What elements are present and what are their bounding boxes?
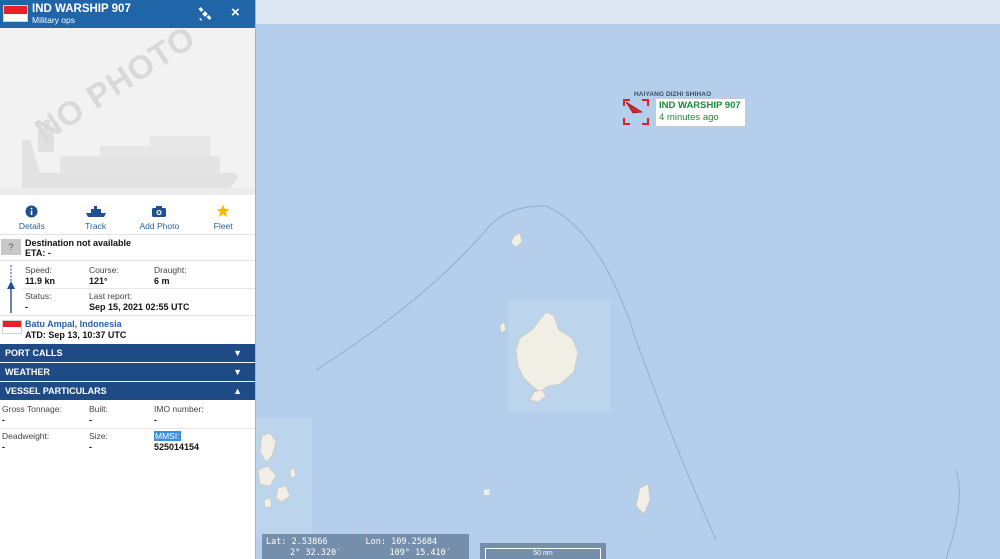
panel-header: IND WARSHIP 907 Military ops × — [0, 0, 255, 28]
vessel-tooltip[interactable]: IND WARSHIP 907 4 minutes ago — [655, 98, 746, 127]
port-flag-icon — [2, 320, 22, 334]
section-port-calls-label: PORT CALLS — [5, 348, 63, 358]
size-label: Size: — [89, 431, 108, 441]
speed-value: 11.9 kn — [25, 276, 56, 286]
flag-icon — [3, 5, 28, 22]
details-button[interactable]: Details — [0, 195, 64, 234]
vessel-panel: IND WARSHIP 907 Military ops × NO PHOTO … — [0, 0, 256, 559]
section-port-calls[interactable]: PORT CALLS ▼ — [0, 344, 255, 362]
vessel-name: IND WARSHIP 907 — [32, 3, 131, 15]
ship-track-icon — [85, 205, 106, 217]
course-value: 121° — [89, 276, 108, 286]
status-field: Status: - — [25, 291, 51, 312]
action-bar: Details Track Add Photo Fleet — [0, 195, 255, 235]
draught-field: Draught: 6 m — [154, 265, 187, 286]
mmsi-value[interactable]: 525014154 — [154, 442, 199, 452]
island — [484, 489, 490, 495]
lat-value: 2.53866 — [291, 537, 328, 547]
island — [499, 321, 507, 334]
destination-text: Destination not available — [25, 238, 132, 248]
star-icon — [216, 204, 230, 217]
status-value: - — [25, 302, 28, 312]
fleet-button[interactable]: Fleet — [191, 195, 255, 234]
mmsi-label[interactable]: MMSI: — [154, 431, 181, 441]
island — [635, 483, 651, 515]
vessel-particulars: Gross Tonnage: - Built: - IMO number: - … — [0, 401, 255, 461]
imo-value: - — [154, 415, 157, 425]
deadweight-field: Deadweight: - — [2, 431, 49, 452]
status-label: Status: — [25, 291, 52, 301]
voyage-info: Speed: 11.9 kn Course: 121° Draught: 6 m… — [0, 261, 255, 316]
vessel-type: Military ops — [32, 15, 75, 25]
vessel-marker[interactable] — [622, 98, 650, 126]
course-arrow-icon — [7, 265, 15, 313]
island — [510, 232, 523, 248]
atd-text: ATD: Sep 13, 10:37 UTC — [25, 330, 127, 340]
lat-label: Lat: — [266, 537, 287, 547]
last-report-value: Sep 15, 2021 02:55 UTC — [89, 302, 190, 312]
draught-label: Draught: — [154, 265, 187, 275]
track-button[interactable]: Track — [64, 195, 128, 234]
deadweight-value: - — [2, 442, 5, 452]
imo-label: IMO number: — [154, 404, 204, 414]
details-label: Details — [18, 221, 45, 231]
gross-tonnage-field: Gross Tonnage: - — [2, 404, 62, 425]
last-port-link[interactable]: Batu Ampal, Indonesia — [25, 319, 122, 329]
draught-value: 6 m — [154, 276, 170, 286]
section-weather-label: WEATHER — [5, 367, 50, 377]
built-label: Built: — [89, 404, 108, 414]
lon-value: 109.25684 — [391, 537, 438, 547]
deadweight-label: Deadweight: — [2, 431, 50, 441]
section-weather[interactable]: WEATHER ▼ — [0, 363, 255, 381]
last-report-field: Last report: Sep 15, 2021 02:55 UTC — [89, 291, 190, 312]
size-field: Size: - — [89, 431, 108, 452]
lon-label: Lon: — [365, 537, 386, 547]
last-port-row: Batu Ampal, Indonesia ATD: Sep 13, 10:37… — [0, 316, 255, 344]
lon-dms: 109° 15.410′ — [389, 548, 451, 558]
add-photo-button[interactable]: Add Photo — [128, 195, 192, 234]
eta-text: ETA: - — [25, 248, 51, 258]
divider — [22, 288, 255, 289]
last-report-label: Last report: — [89, 291, 132, 301]
chevron-down-icon: ▼ — [233, 367, 242, 377]
gross-tonnage-value: - — [2, 415, 5, 425]
satellite-icon[interactable] — [198, 7, 212, 21]
scale-label: 50 nm — [485, 548, 601, 559]
track-label: Track — [85, 221, 107, 231]
other-vessel-label[interactable]: HAIYANG DIZHI SHIHAO — [634, 91, 711, 98]
speed-field: Speed: 11.9 kn — [25, 265, 55, 286]
destination-row: ? Destination not available ETA: - — [0, 235, 255, 261]
built-field: Built: - — [89, 404, 108, 425]
ship-arrow-icon — [625, 101, 643, 114]
map-scale: 50 nm — [480, 543, 606, 559]
chevron-down-icon: ▼ — [233, 348, 242, 358]
close-icon[interactable]: × — [231, 5, 240, 20]
mmsi-field: MMSI: 525014154 — [154, 431, 199, 452]
gross-tonnage-label: Gross Tonnage: — [2, 404, 62, 414]
imo-field: IMO number: - — [154, 404, 204, 425]
size-value: - — [89, 442, 92, 452]
fleet-label: Fleet — [213, 221, 233, 231]
map-terrain — [256, 205, 960, 559]
speed-label: Speed: — [25, 265, 52, 275]
section-vessel-particulars-label: VESSEL PARTICULARS — [5, 386, 107, 396]
info-icon — [25, 205, 38, 217]
vessel-tooltip-age: 4 minutes ago — [659, 112, 719, 123]
chevron-up-icon: ▲ — [233, 386, 242, 396]
built-value: - — [89, 415, 92, 425]
unknown-destination-icon: ? — [1, 239, 21, 255]
course-field: Course: 121° — [89, 265, 119, 286]
divider — [0, 428, 255, 429]
add-photo-label: Add Photo — [139, 221, 180, 231]
vessel-tooltip-name: IND WARSHIP 907 — [659, 100, 741, 111]
vessel-photo-placeholder[interactable]: NO PHOTO — [0, 28, 255, 195]
cursor-coordinates: Lat: 2.53866 Lon: 109.25684 2° 32.320′ 1… — [262, 534, 469, 559]
map-view[interactable]: HAIYANG DIZHI SHIHAO IND WARSHIP 907 4 m… — [256, 0, 1000, 559]
lat-dms: 2° 32.320′ — [290, 548, 342, 558]
boundary-line — [945, 469, 960, 559]
section-vessel-particulars[interactable]: VESSEL PARTICULARS ▲ — [0, 382, 255, 400]
course-label: Course: — [89, 265, 119, 275]
camera-icon — [152, 205, 167, 217]
